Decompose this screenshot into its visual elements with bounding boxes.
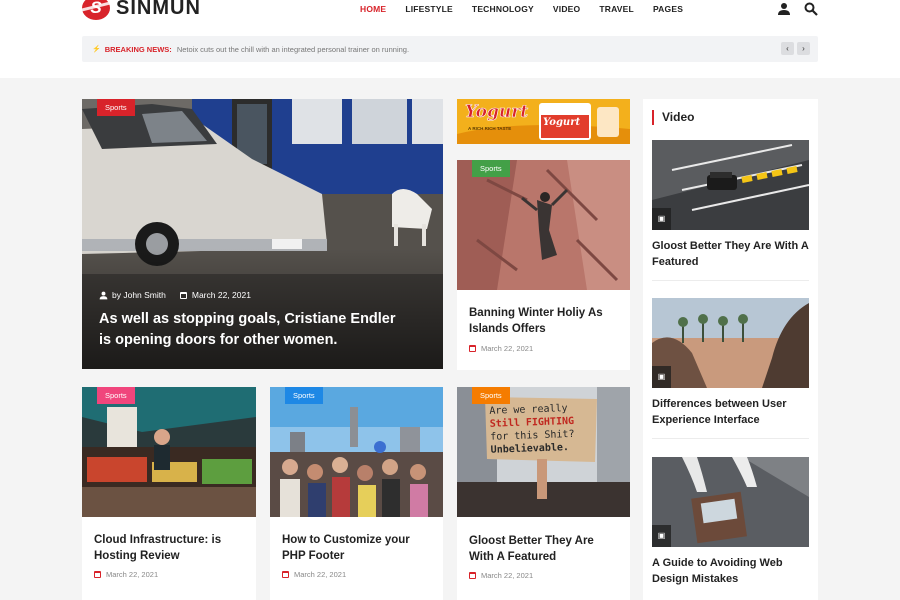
date-text: March 22, 2021 bbox=[481, 571, 534, 580]
hero-title[interactable]: As well as stopping goals, Cristiane End… bbox=[99, 309, 399, 351]
post-date: March 22, 2021 bbox=[282, 570, 346, 579]
breaking-label: BREAKING NEWS: bbox=[104, 44, 172, 54]
ad-brand: Yogurt bbox=[465, 102, 529, 123]
main-nav: HOME LIFESTYLE TECHNOLOGY VIDEO TRAVEL P… bbox=[360, 4, 702, 14]
calendar-icon bbox=[94, 571, 101, 578]
post-card[interactable]: Sports How to Customize your PHP Footer … bbox=[270, 387, 443, 600]
ad-banner[interactable]: Yogurt A RICH RICH TASTE Yogurt bbox=[457, 99, 630, 144]
nav-technology[interactable]: TECHNOLOGY bbox=[472, 4, 534, 14]
calendar-icon bbox=[282, 571, 289, 578]
author-icon bbox=[99, 291, 108, 299]
next-news-button[interactable]: › bbox=[797, 42, 810, 55]
post-image: Are we really Still FIGHTING for this Sh… bbox=[457, 387, 630, 517]
category-tag[interactable]: Sports bbox=[472, 160, 510, 177]
nav-home[interactable]: HOME bbox=[360, 4, 386, 14]
post-image bbox=[270, 387, 443, 517]
nav-lifestyle[interactable]: LIFESTYLE bbox=[405, 4, 453, 14]
category-tag[interactable]: Sports bbox=[472, 387, 510, 404]
video-camera-icon: ▣ bbox=[652, 366, 671, 388]
user-icon[interactable] bbox=[777, 2, 791, 16]
breaking-headline[interactable]: Netoix cuts out the chill with an integr… bbox=[177, 45, 409, 54]
ad-pack-label: Yogurt bbox=[543, 117, 581, 128]
date-text: March 22, 2021 bbox=[294, 570, 347, 579]
video-camera-icon: ▣ bbox=[652, 208, 671, 230]
nav-video[interactable]: VIDEO bbox=[553, 4, 580, 14]
post-title[interactable]: How to Customize your PHP Footer bbox=[282, 532, 433, 564]
post-title[interactable]: Gloost Better They Are With A Featured bbox=[469, 533, 620, 565]
video-thumbnail[interactable]: ▣ bbox=[652, 298, 809, 388]
divider bbox=[652, 438, 809, 439]
video-item[interactable]: ▣ Gloost Better They Are With A Featured bbox=[652, 140, 809, 270]
video-title[interactable]: Differences between User Experience Inte… bbox=[652, 396, 809, 428]
bolt-icon: ⚡ bbox=[92, 46, 101, 53]
video-thumbnail[interactable]: ▣ bbox=[652, 457, 809, 547]
prev-news-button[interactable]: ‹ bbox=[781, 42, 794, 55]
video-item[interactable]: ▣ Differences between User Experience In… bbox=[652, 298, 809, 428]
post-image bbox=[457, 160, 630, 290]
post-card[interactable]: Sports Banning Winter Holiy As Islands O… bbox=[457, 160, 630, 370]
video-item[interactable]: ▣ A Guide to Avoiding Web Design Mistake… bbox=[652, 457, 809, 587]
divider bbox=[652, 280, 809, 281]
video-camera-icon: ▣ bbox=[652, 525, 671, 547]
category-tag[interactable]: Sports bbox=[285, 387, 323, 404]
video-sidebar: Video ▣ Gloost Better They Are With A Fe… bbox=[643, 99, 818, 600]
post-title[interactable]: Banning Winter Holiy As Islands Offers bbox=[469, 305, 620, 337]
site-logo[interactable]: S SINMUN bbox=[82, 0, 201, 22]
post-card[interactable]: Sports Cloud Infrastructure: is Hosting … bbox=[82, 387, 256, 600]
post-date: March 22, 2021 bbox=[469, 571, 533, 580]
date-text: March 22, 2021 bbox=[106, 570, 159, 579]
calendar-icon bbox=[179, 291, 187, 299]
nav-pages[interactable]: PAGES bbox=[653, 4, 683, 14]
search-icon[interactable] bbox=[804, 2, 818, 16]
logo-mark: S bbox=[82, 0, 110, 20]
post-date: March 22, 2021 bbox=[469, 344, 533, 353]
hero-post[interactable]: Sports by John Smith March 22, 2021 As w… bbox=[82, 99, 443, 369]
sidebar-heading: Video bbox=[652, 110, 694, 125]
video-title[interactable]: Gloost Better They Are With A Featured bbox=[652, 238, 809, 270]
video-thumbnail[interactable]: ▣ bbox=[652, 140, 809, 230]
nav-travel[interactable]: TRAVEL bbox=[599, 4, 634, 14]
hero-date: March 22, 2021 bbox=[191, 290, 251, 300]
post-image bbox=[82, 387, 256, 517]
hero-meta: by John Smith March 22, 2021 bbox=[99, 290, 251, 300]
ad-tagline: A RICH RICH TASTE bbox=[468, 126, 512, 131]
category-tag[interactable]: Sports bbox=[97, 387, 135, 404]
post-title[interactable]: Cloud Infrastructure: is Hosting Review bbox=[94, 532, 246, 564]
calendar-icon bbox=[469, 572, 476, 579]
protest-sign: Are we really Still FIGHTING for this Sh… bbox=[489, 401, 595, 457]
video-title[interactable]: A Guide to Avoiding Web Design Mistakes bbox=[652, 555, 809, 587]
post-date: March 22, 2021 bbox=[94, 570, 158, 579]
post-card[interactable]: Are we really Still FIGHTING for this Sh… bbox=[457, 387, 630, 600]
breaking-news-bar: ⚡ BREAKING NEWS: Netoix cuts out the chi… bbox=[82, 36, 818, 62]
hero-author[interactable]: by John Smith bbox=[112, 290, 166, 300]
date-text: March 22, 2021 bbox=[481, 344, 534, 353]
calendar-icon bbox=[469, 345, 476, 352]
logo-text: SINMUN bbox=[116, 0, 201, 19]
category-tag[interactable]: Sports bbox=[97, 99, 135, 116]
